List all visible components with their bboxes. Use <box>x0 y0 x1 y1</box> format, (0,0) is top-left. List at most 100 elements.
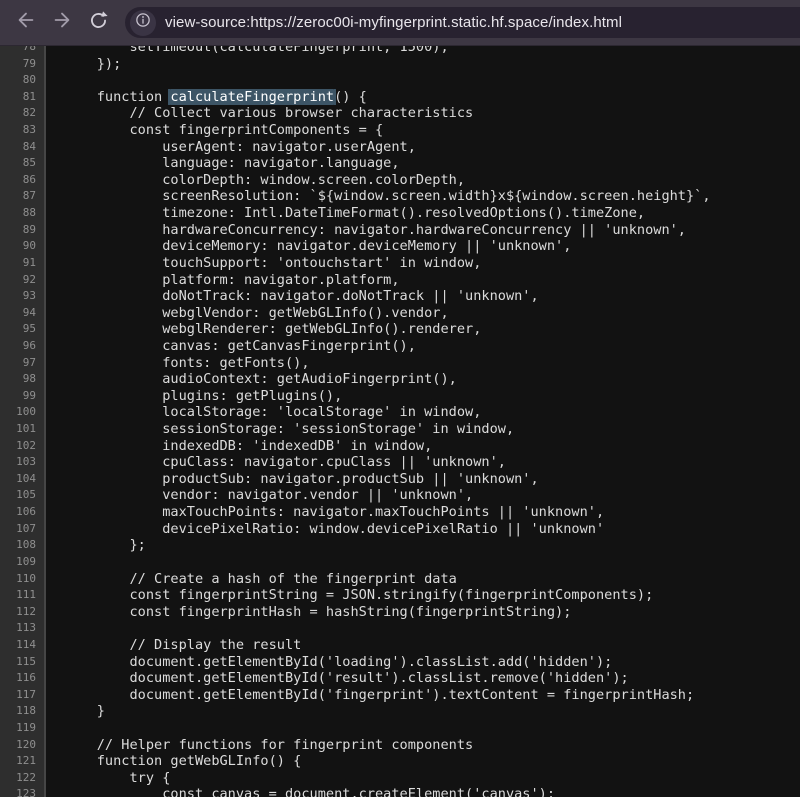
find-highlight: calculateFingerprint <box>170 89 334 105</box>
code-line: 107 devicePixelRatio: window.devicePixel… <box>0 521 800 538</box>
code-line: 101 sessionStorage: 'sessionStorage' in … <box>0 421 800 438</box>
code-line: 89 hardwareConcurrency: navigator.hardwa… <box>0 222 800 239</box>
code-line: 94 webglVendor: getWebGLInfo().vendor, <box>0 305 800 322</box>
code-text: } <box>46 703 800 720</box>
code-text: indexedDB: 'indexedDB' in window, <box>46 438 800 455</box>
code-line: 83 const fingerprintComponents = { <box>0 122 800 139</box>
info-icon <box>134 11 152 34</box>
line-number: 97 <box>0 355 46 372</box>
code-line: 96 canvas: getCanvasFingerprint(), <box>0 338 800 355</box>
code-line: 113 <box>0 620 800 637</box>
code-line: 99 plugins: getPlugins(), <box>0 388 800 405</box>
code-text: timezone: Intl.DateTimeFormat().resolved… <box>46 205 800 222</box>
code-line: 117 document.getElementById('fingerprint… <box>0 687 800 704</box>
back-button[interactable] <box>8 5 44 41</box>
line-number: 103 <box>0 454 46 471</box>
code-line: 90 deviceMemory: navigator.deviceMemory … <box>0 238 800 255</box>
code-text: try { <box>46 770 800 787</box>
code-text <box>46 72 800 89</box>
code-text: fonts: getFonts(), <box>46 355 800 372</box>
code-text: document.getElementById('loading').class… <box>46 654 800 671</box>
code-line: 110 // Create a hash of the fingerprint … <box>0 571 800 588</box>
line-number: 113 <box>0 620 46 637</box>
code-text: localStorage: 'localStorage' in window, <box>46 404 800 421</box>
line-number: 94 <box>0 305 46 322</box>
page-info-button[interactable] <box>130 10 156 36</box>
line-number: 100 <box>0 404 46 421</box>
code-line: 84 userAgent: navigator.userAgent, <box>0 139 800 156</box>
line-number: 118 <box>0 703 46 720</box>
code-line: 115 document.getElementById('loading').c… <box>0 654 800 671</box>
code-line: 79 }); <box>0 56 800 73</box>
line-number: 87 <box>0 188 46 205</box>
address-bar[interactable]: view-source:https://zeroc00i-myfingerpri… <box>125 7 800 38</box>
code-line: 81 function calculateFingerprint() { <box>0 89 800 106</box>
line-number: 122 <box>0 770 46 787</box>
code-line: 122 try { <box>0 770 800 787</box>
line-number: 98 <box>0 371 46 388</box>
code-line: 87 screenResolution: `${window.screen.wi… <box>0 188 800 205</box>
code-line: 103 cpuClass: navigator.cpuClass || 'unk… <box>0 454 800 471</box>
reload-icon <box>88 10 109 36</box>
code-text: canvas: getCanvasFingerprint(), <box>46 338 800 355</box>
code-line: 121 function getWebGLInfo() { <box>0 753 800 770</box>
code-text: // Collect various browser characteristi… <box>46 105 800 122</box>
code-line: 88 timezone: Intl.DateTimeFormat().resol… <box>0 205 800 222</box>
code-line: 118 } <box>0 703 800 720</box>
line-number: 107 <box>0 521 46 538</box>
code-text: }; <box>46 537 800 554</box>
code-text: // Create a hash of the fingerprint data <box>46 571 800 588</box>
reload-button[interactable] <box>80 5 116 41</box>
forward-button[interactable] <box>44 5 80 41</box>
code-text: document.getElementById('fingerprint').t… <box>46 687 800 704</box>
code-line: 92 platform: navigator.platform, <box>0 272 800 289</box>
code-text <box>46 554 800 571</box>
line-number: 105 <box>0 487 46 504</box>
line-number: 109 <box>0 554 46 571</box>
line-number: 106 <box>0 504 46 521</box>
code-line: 95 webglRenderer: getWebGLInfo().rendere… <box>0 321 800 338</box>
code-lines: 78 setTimeout(calculateFingerprint, 1500… <box>0 46 800 797</box>
line-number: 123 <box>0 786 46 797</box>
code-text: colorDepth: window.screen.colorDepth, <box>46 172 800 189</box>
code-text: productSub: navigator.productSub || 'unk… <box>46 471 800 488</box>
code-line: 97 fonts: getFonts(), <box>0 355 800 372</box>
code-line: 91 touchSupport: 'ontouchstart' in windo… <box>0 255 800 272</box>
browser-toolbar: view-source:https://zeroc00i-myfingerpri… <box>0 0 800 46</box>
code-line: 86 colorDepth: window.screen.colorDepth, <box>0 172 800 189</box>
code-text: const fingerprintComponents = { <box>46 122 800 139</box>
code-line: 120 // Helper functions for fingerprint … <box>0 737 800 754</box>
line-number: 79 <box>0 56 46 73</box>
line-number: 89 <box>0 222 46 239</box>
line-number: 110 <box>0 571 46 588</box>
code-line: 106 maxTouchPoints: navigator.maxTouchPo… <box>0 504 800 521</box>
code-line: 80 <box>0 72 800 89</box>
code-line: 105 vendor: navigator.vendor || 'unknown… <box>0 487 800 504</box>
code-line: 116 document.getElementById('result').cl… <box>0 670 800 687</box>
line-number: 111 <box>0 587 46 604</box>
code-text: devicePixelRatio: window.devicePixelRati… <box>46 521 800 538</box>
code-line: 123 const canvas = document.createElemen… <box>0 786 800 797</box>
url-text: view-source:https://zeroc00i-myfingerpri… <box>165 14 622 31</box>
code-line: 102 indexedDB: 'indexedDB' in window, <box>0 438 800 455</box>
code-text: cpuClass: navigator.cpuClass || 'unknown… <box>46 454 800 471</box>
code-text: plugins: getPlugins(), <box>46 388 800 405</box>
code-text: webglRenderer: getWebGLInfo().renderer, <box>46 321 800 338</box>
line-number: 117 <box>0 687 46 704</box>
code-text: language: navigator.language, <box>46 155 800 172</box>
code-text: function calculateFingerprint() { <box>46 89 800 106</box>
line-number: 116 <box>0 670 46 687</box>
code-text: webglVendor: getWebGLInfo().vendor, <box>46 305 800 322</box>
code-line: 108 }; <box>0 537 800 554</box>
line-number: 86 <box>0 172 46 189</box>
code-text: const fingerprintString = JSON.stringify… <box>46 587 800 604</box>
line-number: 101 <box>0 421 46 438</box>
line-number: 96 <box>0 338 46 355</box>
code-text: userAgent: navigator.userAgent, <box>46 139 800 156</box>
code-line: 78 setTimeout(calculateFingerprint, 1500… <box>0 46 800 56</box>
line-number: 114 <box>0 637 46 654</box>
line-number: 88 <box>0 205 46 222</box>
code-text: const fingerprintHash = hashString(finge… <box>46 604 800 621</box>
code-text: // Display the result <box>46 637 800 654</box>
code-line: 93 doNotTrack: navigator.doNotTrack || '… <box>0 288 800 305</box>
